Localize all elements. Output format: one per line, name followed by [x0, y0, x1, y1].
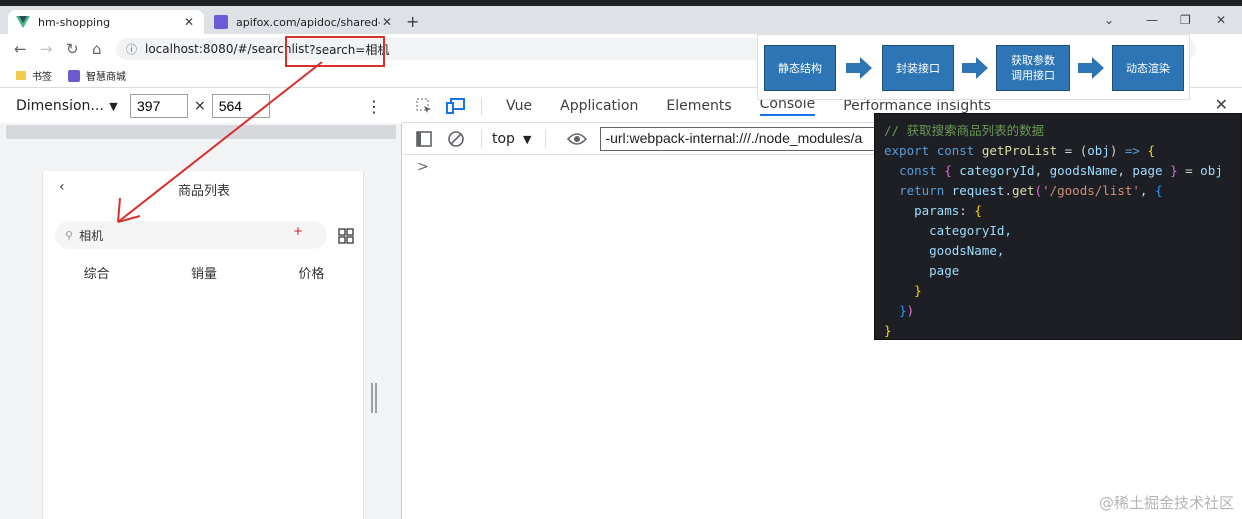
sort-tab-price[interactable]: 价格 [258, 257, 365, 293]
device-viewport: ‹ 商品列表 ⚲ 相机 + 综合 销量 价格 [42, 171, 364, 519]
tab-vue[interactable]: Vue [506, 98, 532, 114]
tab-elements[interactable]: Elements [666, 98, 731, 114]
sort-tabs: 综合 销量 价格 [43, 257, 365, 293]
caret-down-icon: ▼ [105, 100, 118, 113]
tab-title: apifox.com/apidoc/shared-12 [236, 15, 380, 29]
console-filter-input[interactable]: -url:webpack-internal:///./node_modules/… [600, 126, 891, 151]
tab-title: hm-shopping [38, 15, 111, 29]
inspect-element-icon[interactable] [413, 97, 435, 115]
device-toggle-icon[interactable] [445, 97, 467, 115]
close-window-icon[interactable]: ✕ [1216, 13, 1226, 27]
media-query-ruler [6, 125, 396, 139]
search-icon: ⚲ [65, 228, 74, 242]
sort-tab-sales[interactable]: 销量 [150, 257, 257, 293]
page-header: ‹ 商品列表 [43, 171, 365, 207]
vue-logo-icon [16, 16, 30, 28]
eye-icon[interactable] [566, 130, 588, 148]
grid-view-icon[interactable] [338, 228, 354, 244]
bookmark-site[interactable]: 智慧商城 [68, 68, 126, 83]
watermark: @稀土掘金技术社区 [1098, 494, 1234, 512]
device-emulation-pane: Dimension... ▼ × ⋮ ‹ 商品列表 ⚲ 相机 + 综合 销量 价… [0, 89, 402, 519]
minimize-icon[interactable]: — [1146, 13, 1158, 27]
arrow-right-icon [846, 57, 872, 79]
tab-application[interactable]: Application [560, 98, 638, 114]
sort-tab-default[interactable]: 综合 [43, 257, 150, 293]
tab-hm-shopping[interactable]: hm-shopping ✕ [8, 10, 204, 34]
context-select[interactable]: top ▼ [492, 131, 531, 147]
flow-step-2: 封装接口 [882, 45, 954, 91]
close-tab-icon[interactable]: ✕ [380, 15, 394, 29]
flow-diagram: 静态结构 封装接口 获取参数 调用接口 动态渲染 [757, 34, 1190, 100]
forward-icon[interactable]: → [40, 40, 53, 58]
flow-step-4: 动态渲染 [1112, 45, 1184, 91]
device-height-input[interactable] [211, 94, 270, 118]
clear-console-icon[interactable] [445, 130, 467, 148]
site-icon [68, 69, 80, 82]
resize-handle[interactable] [371, 383, 377, 413]
times-sign: × [194, 98, 206, 114]
arrow-right-icon [1078, 57, 1104, 79]
new-tab-icon[interactable]: + [406, 12, 419, 31]
folder-icon [16, 71, 26, 80]
caret-down-icon: ▼ [522, 132, 532, 146]
page-title: 商品列表 [177, 183, 230, 199]
back-arrow-icon[interactable]: ‹ [59, 179, 65, 195]
apifox-logo-icon [214, 15, 228, 29]
search-value: 相机 [79, 228, 104, 243]
sidebar-toggle-icon[interactable] [413, 130, 435, 148]
browser-tab-strip: hm-shopping ✕ apifox.com/apidoc/shared-1… [0, 0, 1242, 34]
maximize-icon[interactable]: ❐ [1180, 13, 1191, 27]
cursor-mark: + [292, 224, 303, 238]
bookmark-folder[interactable]: 书签 [16, 68, 52, 83]
reload-icon[interactable]: ↻ [66, 40, 79, 58]
close-devtools-icon[interactable]: ✕ [1215, 95, 1228, 114]
device-width-input[interactable] [130, 94, 188, 118]
device-toolbar: Dimension... ▼ × ⋮ [0, 89, 402, 123]
home-icon[interactable]: ⌂ [92, 40, 102, 58]
flow-step-3: 获取参数 调用接口 [996, 45, 1070, 91]
site-info-icon[interactable]: ⓘ [126, 41, 137, 57]
console-prompt[interactable]: > [417, 159, 429, 175]
more-options-icon[interactable]: ⋮ [366, 97, 382, 116]
arrow-right-icon [962, 57, 988, 79]
close-tab-icon[interactable]: ✕ [182, 15, 196, 29]
url-highlight-box [285, 36, 385, 67]
back-icon[interactable]: ← [14, 40, 27, 58]
tab-apifox[interactable]: apifox.com/apidoc/shared-12 ✕ [206, 10, 402, 34]
flow-step-1: 静态结构 [764, 45, 836, 91]
code-snippet: // 获取搜索商品列表的数据 export const getProList =… [874, 113, 1242, 340]
device-preset-select[interactable]: Dimension... ▼ [16, 98, 118, 114]
tab-search-chevron-icon[interactable]: ⌄ [1104, 13, 1114, 27]
search-input[interactable]: ⚲ 相机 + [55, 221, 327, 249]
